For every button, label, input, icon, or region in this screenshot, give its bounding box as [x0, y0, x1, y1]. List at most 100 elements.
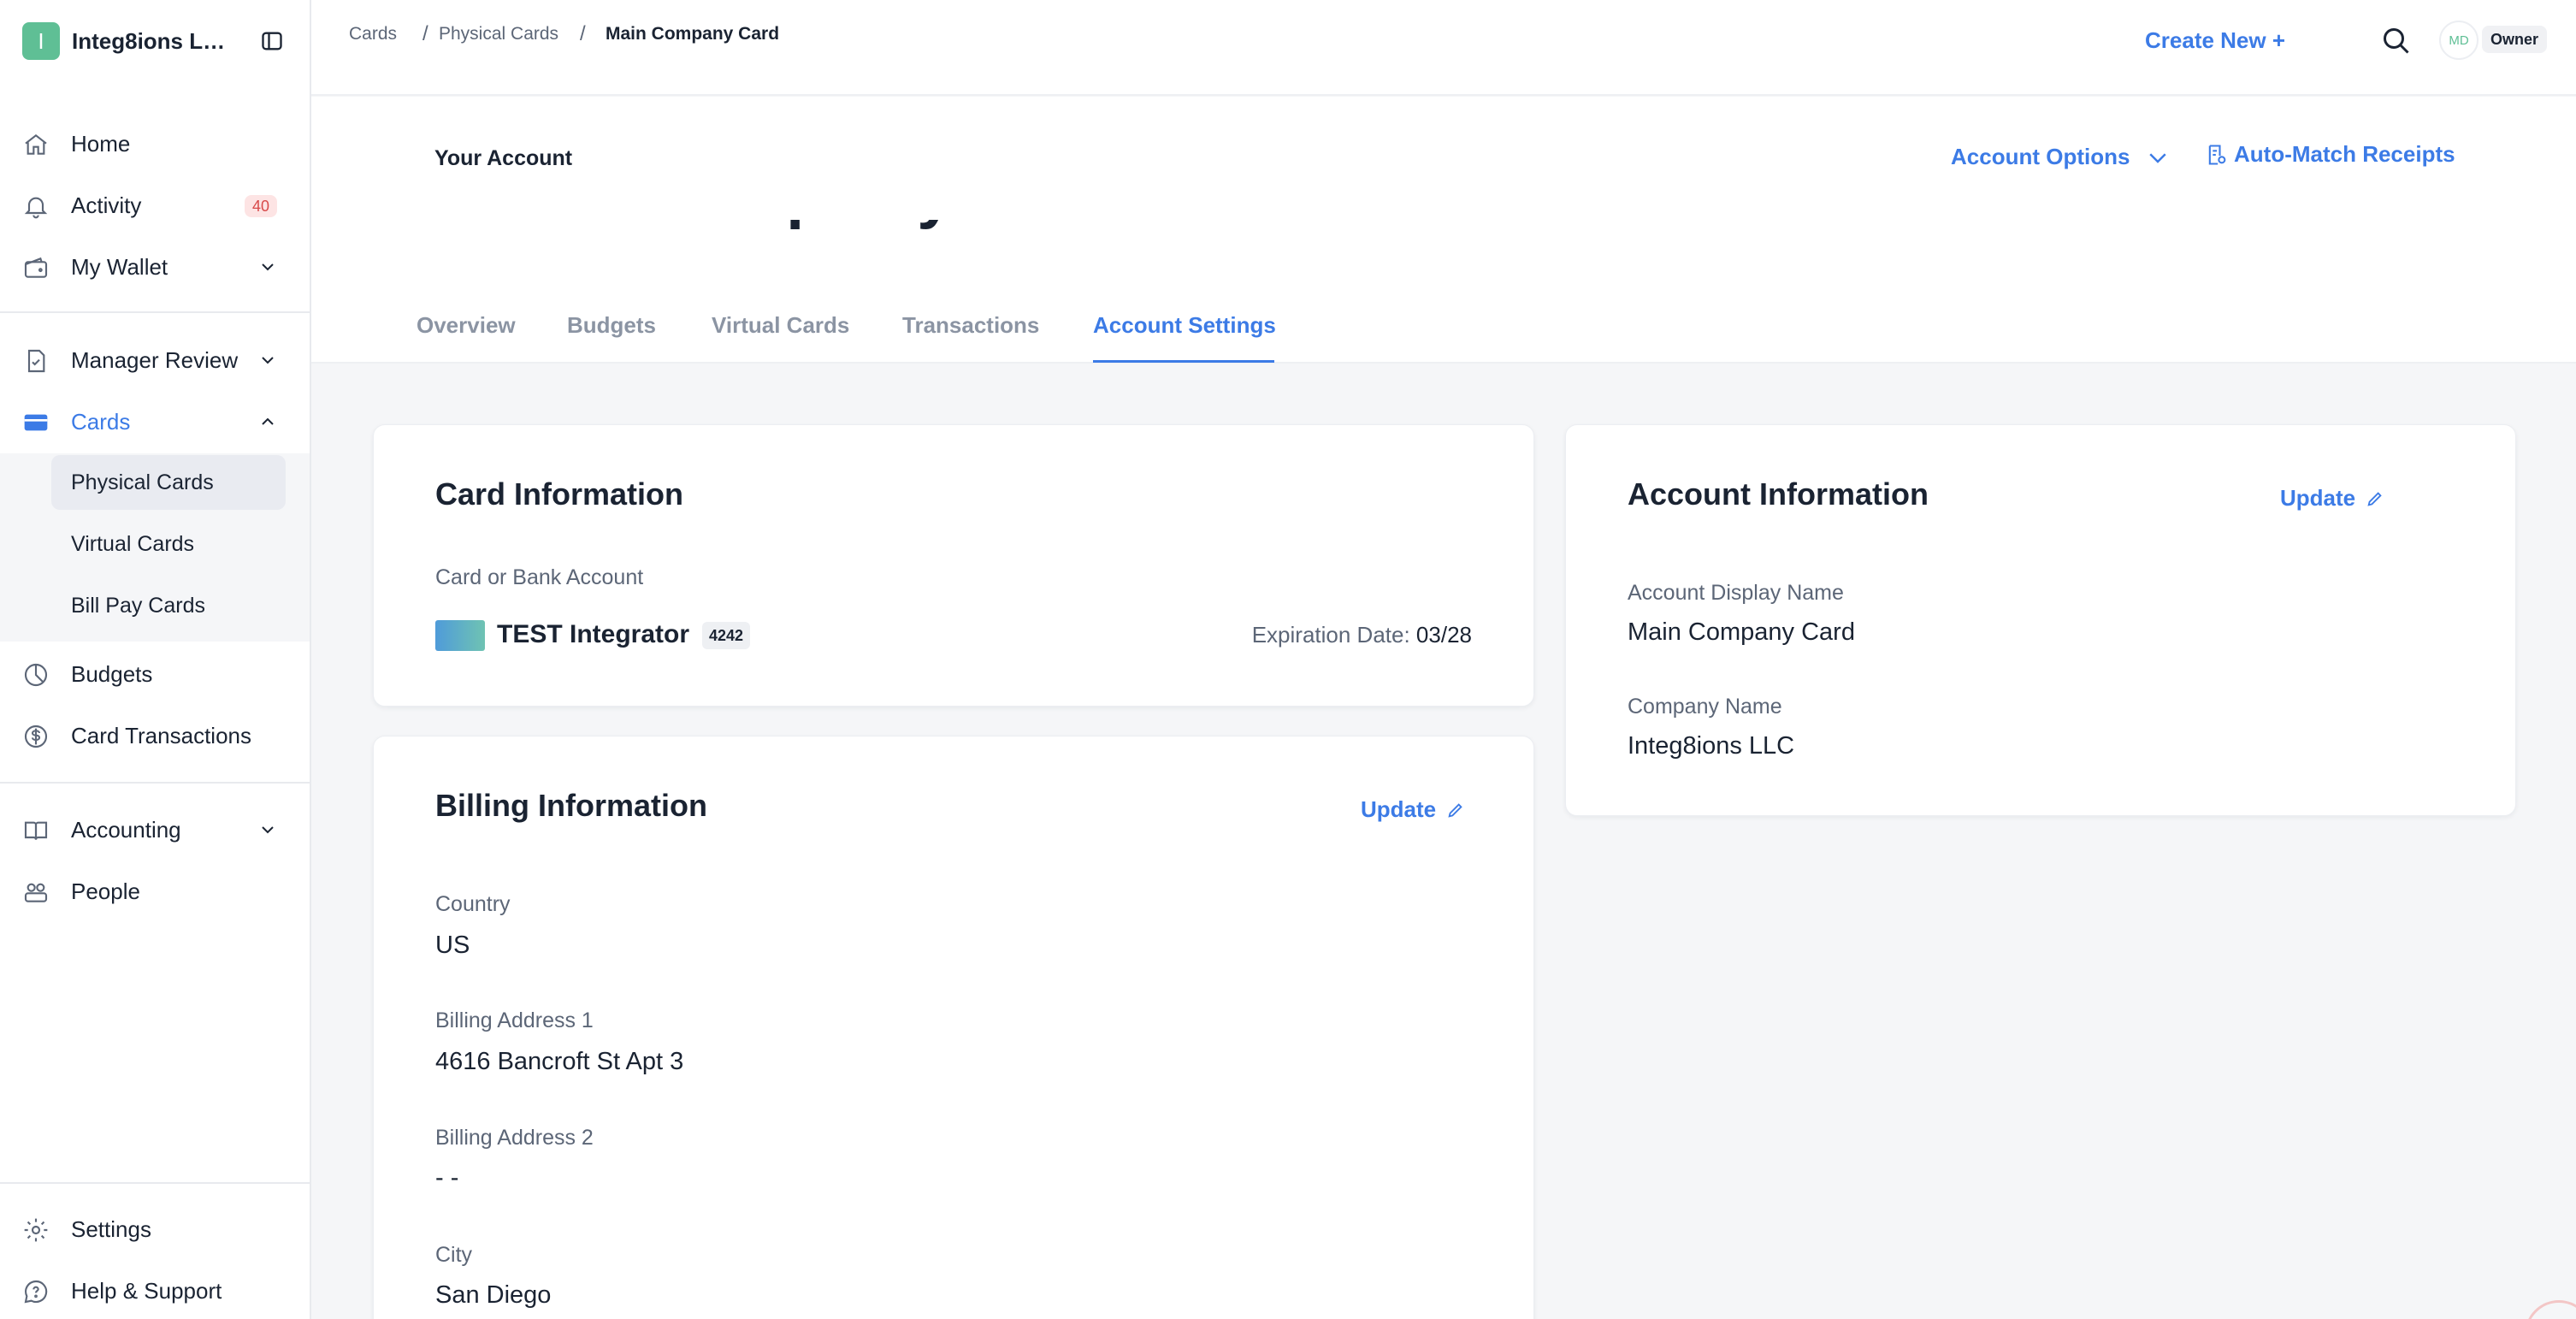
sidebar-item-my-wallet[interactable]: My Wallet	[0, 240, 310, 294]
create-new-button[interactable]: Create New +	[2145, 27, 2285, 54]
account-display-name-value: Main Company Card	[1628, 618, 1855, 646]
country-value: US	[435, 932, 470, 959]
sidebar-collapse-icon[interactable]	[260, 29, 284, 53]
chevron-down-icon	[2149, 152, 2167, 163]
sidebar-item-label: Budgets	[71, 660, 153, 687]
update-label: Update	[1361, 796, 1437, 822]
expiration-date: Expiration Date: 03/28	[1252, 622, 1472, 648]
chevron-down-icon[interactable]	[257, 819, 278, 840]
home-icon	[25, 133, 47, 155]
breadcrumb-cards[interactable]: Cards	[349, 24, 397, 44]
brand[interactable]: I Integ8ions L…	[22, 22, 289, 60]
card-information-title: Card Information	[435, 476, 684, 512]
billing-address-1-value: 4616 Bancroft St Apt 3	[435, 1048, 684, 1075]
tab-overview[interactable]: Overview	[417, 312, 516, 339]
subitem-label: Virtual Cards	[71, 532, 195, 556]
sidebar-item-label: Cards	[71, 408, 131, 435]
sidebar-subitem-bill-pay-cards[interactable]: Bill Pay Cards	[51, 578, 286, 633]
company-name-label: Company Name	[1628, 695, 1782, 719]
people-icon	[24, 883, 48, 902]
account-information-title: Account Information	[1628, 476, 1929, 512]
sidebar-item-manager-review[interactable]: Manager Review	[0, 333, 310, 387]
sidebar-item-settings[interactable]: Settings	[0, 1202, 310, 1257]
account-options-dropdown[interactable]: Account Options	[1951, 144, 2171, 170]
subitem-label: Bill Pay Cards	[71, 594, 205, 618]
header-mask	[434, 97, 1375, 220]
country-label: Country	[435, 892, 511, 916]
expiration-value: 03/28	[1415, 622, 1472, 648]
sidebar-item-label: Activity	[71, 192, 142, 218]
sidebar-item-accounting[interactable]: Accounting	[0, 802, 310, 857]
breadcrumb-current: Main Company Card	[606, 24, 780, 44]
pencil-icon	[1448, 802, 1462, 818]
sidebar-item-label: My Wallet	[71, 253, 168, 280]
breadcrumb-physical-cards[interactable]: Physical Cards	[439, 24, 558, 44]
card-name: TEST Integrator	[497, 620, 690, 648]
billing-update-button[interactable]: Update	[1361, 796, 1465, 823]
update-label: Update	[2280, 485, 2356, 511]
sidebar-item-budgets[interactable]: Budgets	[0, 647, 310, 701]
auto-match-receipts-button[interactable]: Auto-Match Receipts	[2205, 141, 2455, 168]
sidebar-item-label: Help & Support	[71, 1277, 222, 1304]
help-widget-button[interactable]	[2525, 1300, 2576, 1319]
billing-address-1-label: Billing Address 1	[435, 1008, 594, 1032]
dollar-circle-icon	[24, 725, 48, 748]
credit-card-icon	[24, 414, 48, 431]
sidebar-item-label: People	[71, 878, 140, 904]
sidebar-item-label: Home	[71, 130, 131, 157]
breadcrumb-separator: /	[580, 22, 586, 45]
tab-transactions[interactable]: Transactions	[902, 312, 1039, 339]
chevron-down-icon[interactable]	[257, 350, 278, 370]
sidebar-item-card-transactions[interactable]: Card Transactions	[0, 708, 310, 763]
chat-help-icon	[24, 1280, 48, 1304]
receipt-gear-icon	[2208, 144, 2226, 165]
bell-icon	[24, 197, 48, 219]
header-eyebrow: Your Account	[434, 146, 573, 170]
search-icon[interactable]	[2381, 26, 2412, 56]
sidebar-item-help-support[interactable]: Help & Support	[0, 1263, 310, 1318]
billing-information-panel: Billing Information Update Country US Bi…	[373, 736, 1534, 1319]
billing-address-2-value: - -	[435, 1164, 459, 1192]
company-name-value: Integ8ions LLC	[1628, 732, 1795, 760]
card-information-panel: Card Information Card or Bank Account TE…	[373, 424, 1534, 707]
sidebar-item-label: Manager Review	[71, 346, 239, 373]
account-information-panel: Account Information Update Account Displ…	[1565, 424, 2516, 816]
sidebar-item-label: Card Transactions	[71, 722, 251, 748]
tab-budgets[interactable]: Budgets	[567, 312, 656, 339]
tab-virtual-cards[interactable]: Virtual Cards	[712, 312, 849, 339]
sidebar-item-activity[interactable]: Activity 40	[0, 178, 310, 233]
wallet-icon	[24, 257, 48, 278]
sidebar-item-home[interactable]: Home	[0, 116, 310, 171]
city-label: City	[435, 1243, 473, 1267]
sidebar-divider	[0, 1182, 310, 1184]
active-tab-indicator	[1093, 360, 1274, 363]
sidebar-divider	[0, 782, 310, 784]
account-options-label: Account Options	[1951, 144, 2130, 169]
sidebar: I Integ8ions L… Home Activity 40 My Wall…	[0, 0, 311, 1319]
sidebar-item-people[interactable]: People	[0, 864, 310, 919]
chevron-down-icon[interactable]	[257, 257, 278, 277]
sidebar-item-cards[interactable]: Cards	[0, 394, 310, 449]
avatar[interactable]: MD	[2439, 21, 2479, 60]
book-icon	[24, 821, 48, 840]
auto-match-label: Auto-Match Receipts	[2234, 141, 2455, 167]
billing-address-2-label: Billing Address 2	[435, 1126, 594, 1150]
subitem-label: Physical Cards	[71, 470, 214, 494]
document-check-icon	[27, 349, 45, 373]
sidebar-divider	[0, 311, 310, 313]
sidebar-item-label: Accounting	[71, 816, 181, 843]
pie-chart-icon	[24, 663, 48, 687]
sidebar-subitem-virtual-cards[interactable]: Virtual Cards	[51, 517, 286, 571]
card-last4-badge: 4242	[702, 622, 751, 649]
pencil-icon	[2367, 491, 2382, 506]
role-badge: Owner	[2482, 26, 2548, 53]
chevron-up-icon[interactable]	[257, 411, 278, 432]
expiration-label: Expiration Date:	[1251, 622, 1410, 648]
sidebar-item-label: Settings	[71, 1215, 151, 1242]
account-display-name-label: Account Display Name	[1628, 581, 1844, 605]
breadcrumb-separator: /	[422, 22, 428, 45]
sidebar-subitem-physical-cards[interactable]: Physical Cards	[51, 455, 286, 510]
tab-account-settings[interactable]: Account Settings	[1093, 312, 1276, 339]
billing-information-title: Billing Information	[435, 788, 707, 823]
account-update-button[interactable]: Update	[2280, 485, 2384, 512]
